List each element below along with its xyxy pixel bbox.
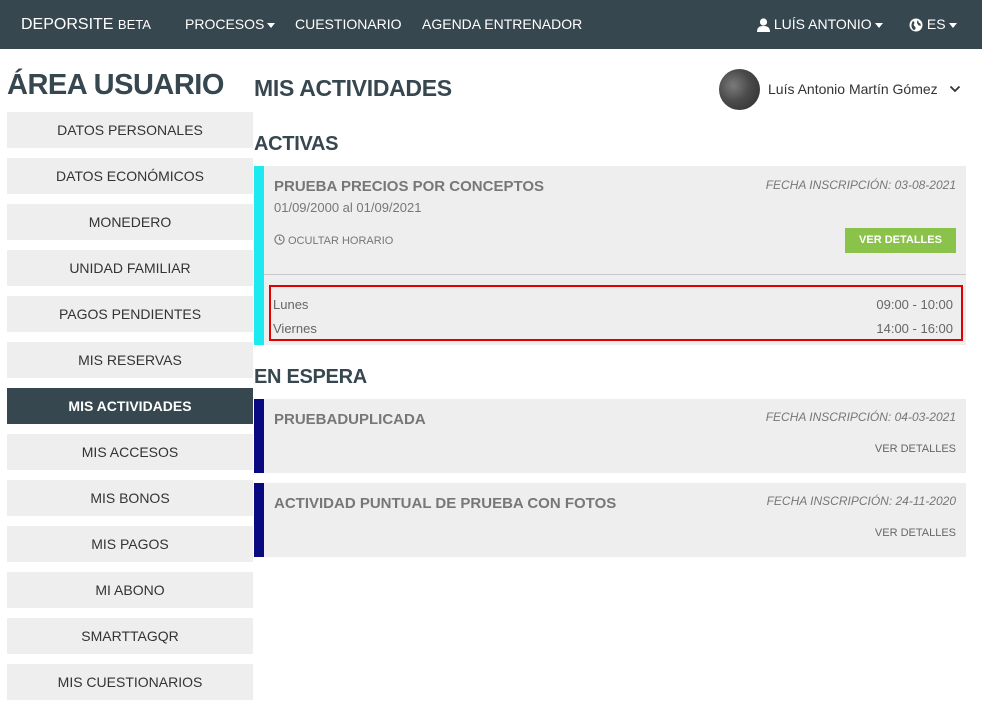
sidebar-item-label: MIS ACTIVIDADES — [68, 398, 192, 414]
sidebar-item-monedero[interactable]: MONEDERO — [7, 204, 253, 240]
view-details-label: VER DETALLES — [859, 234, 942, 246]
sidebar-item-mis-cuestionarios[interactable]: MIS CUESTIONARIOS — [7, 664, 253, 700]
view-details-button[interactable]: VER DETALLES — [845, 228, 956, 253]
schedule-day: Viernes — [273, 321, 317, 336]
registration-date: FECHA INSCRIPCIÓN: 04-03-2021 — [765, 410, 956, 424]
nav-agenda-label: AGENDA ENTRENADOR — [422, 16, 583, 32]
language-label: ES — [926, 16, 946, 32]
nav-user-label: LUÍS ANTONIO — [773, 16, 872, 32]
nav-cuestionario-label: CUESTIONARIO — [295, 16, 402, 32]
user-icon — [757, 18, 770, 33]
user-profile-menu[interactable]: Luís Antonio Martín Gómez — [719, 69, 969, 110]
sidebar-item-label: MIS ACCESOS — [81, 444, 179, 460]
nav-cuestionario[interactable]: CUESTIONARIO — [295, 0, 402, 49]
activity-period: 01/09/2000 al 01/09/2021 — [274, 200, 422, 215]
waiting-activity-card: ACTIVIDAD PUNTUAL DE PRUEBA CON FOTOS FE… — [254, 483, 966, 557]
registration-date: FECHA INSCRIPCIÓN: 03-08-2021 — [765, 178, 956, 192]
view-details-label: VER DETALLES — [874, 443, 956, 455]
sidebar-item-smarttagqr[interactable]: SMARTTAGQR — [7, 618, 253, 654]
sidebar-item-label: MIS BONOS — [90, 490, 170, 506]
brand-logo[interactable]: DEPORSITE BETA — [21, 0, 151, 49]
sidebar-title: ÁREA USUARIO — [7, 69, 224, 101]
language-dropdown[interactable]: ES — [909, 0, 957, 49]
sidebar-item-datos-personales[interactable]: DATOS PERSONALES — [7, 112, 253, 148]
hide-schedule-toggle[interactable]: OCULTAR HORARIO — [274, 234, 393, 247]
view-details-link[interactable]: VER DETALLES — [875, 443, 956, 455]
nav-user-dropdown[interactable]: LUÍS ANTONIO — [757, 0, 883, 49]
view-details-link[interactable]: VER DETALLES — [875, 527, 956, 539]
registration-date: FECHA INSCRIPCIÓN: 24-11-2020 — [766, 494, 956, 508]
chevron-down-icon — [949, 85, 961, 93]
sidebar-item-mis-actividades[interactable]: MIS ACTIVIDADES — [7, 388, 253, 424]
hide-schedule-label: OCULTAR HORARIO — [288, 235, 394, 247]
avatar — [719, 69, 760, 110]
sidebar-item-label: DATOS PERSONALES — [57, 122, 203, 138]
sidebar-item-mis-accesos[interactable]: MIS ACCESOS — [7, 434, 253, 470]
sidebar-item-unidad-familiar[interactable]: UNIDAD FAMILIAR — [7, 250, 253, 286]
user-full-name: Luís Antonio Martín Gómez — [768, 81, 938, 97]
caret-down-icon — [948, 22, 957, 28]
section-title-activas: ACTIVAS — [254, 133, 339, 155]
nav-procesos-dropdown[interactable]: PROCESOS — [185, 0, 276, 49]
sidebar-item-label: PAGOS PENDIENTES — [58, 306, 202, 322]
sidebar-item-label: MIS PAGOS — [91, 536, 169, 552]
schedule-highlight: Lunes 09:00 - 10:00 Viernes 14:00 - 16:0… — [269, 285, 963, 341]
card-divider — [264, 274, 966, 275]
sidebar-item-mis-bonos[interactable]: MIS BONOS — [7, 480, 253, 516]
sidebar-item-label: MI ABONO — [95, 582, 165, 598]
sidebar-item-label: SMARTTAGQR — [81, 628, 179, 644]
sidebar-item-label: UNIDAD FAMILIAR — [69, 260, 191, 276]
brand-beta-tag: BETA — [117, 17, 151, 32]
schedule-time: 14:00 - 16:00 — [876, 321, 953, 336]
activity-name: PRUEBADUPLICADA — [274, 411, 426, 428]
sidebar-item-label: MIS CUESTIONARIOS — [57, 674, 203, 690]
sidebar-item-mis-reservas[interactable]: MIS RESERVAS — [7, 342, 253, 378]
sidebar-item-mi-abono[interactable]: MI ABONO — [7, 572, 253, 608]
schedule-day: Lunes — [273, 297, 309, 312]
sidebar-item-datos-economicos[interactable]: DATOS ECONÓMICOS — [7, 158, 253, 194]
sidebar-item-label: MONEDERO — [88, 214, 172, 230]
caret-down-icon — [874, 22, 883, 28]
caret-down-icon — [267, 22, 276, 28]
clock-icon — [274, 234, 285, 245]
view-details-label: VER DETALLES — [874, 527, 956, 539]
brand-name: DEPORSITE — [21, 16, 114, 33]
activity-name: PRUEBA PRECIOS POR CONCEPTOS — [274, 178, 545, 195]
section-title-en-espera: EN ESPERA — [254, 366, 367, 388]
globe-icon — [909, 18, 923, 32]
status-accent-bar — [254, 483, 264, 557]
sidebar-item-label: MIS RESERVAS — [78, 352, 182, 368]
schedule-time: 09:00 - 10:00 — [876, 297, 953, 312]
nav-agenda-entrenador[interactable]: AGENDA ENTRENADOR — [422, 0, 582, 49]
status-accent-bar — [254, 399, 264, 473]
activity-name: ACTIVIDAD PUNTUAL DE PRUEBA CON FOTOS — [274, 495, 617, 512]
top-navbar: DEPORSITE BETA PROCESOS CUESTIONARIO AGE… — [0, 0, 982, 49]
waiting-activity-card: PRUEBADUPLICADA FECHA INSCRIPCIÓN: 04-03… — [254, 399, 966, 473]
sidebar-item-pagos-pendientes[interactable]: PAGOS PENDIENTES — [7, 296, 253, 332]
status-accent-bar — [254, 166, 264, 345]
nav-procesos-label: PROCESOS — [185, 16, 265, 32]
sidebar-item-label: DATOS ECONÓMICOS — [55, 168, 205, 184]
sidebar-item-mis-pagos[interactable]: MIS PAGOS — [7, 526, 253, 562]
page-title: MIS ACTIVIDADES — [254, 75, 452, 101]
